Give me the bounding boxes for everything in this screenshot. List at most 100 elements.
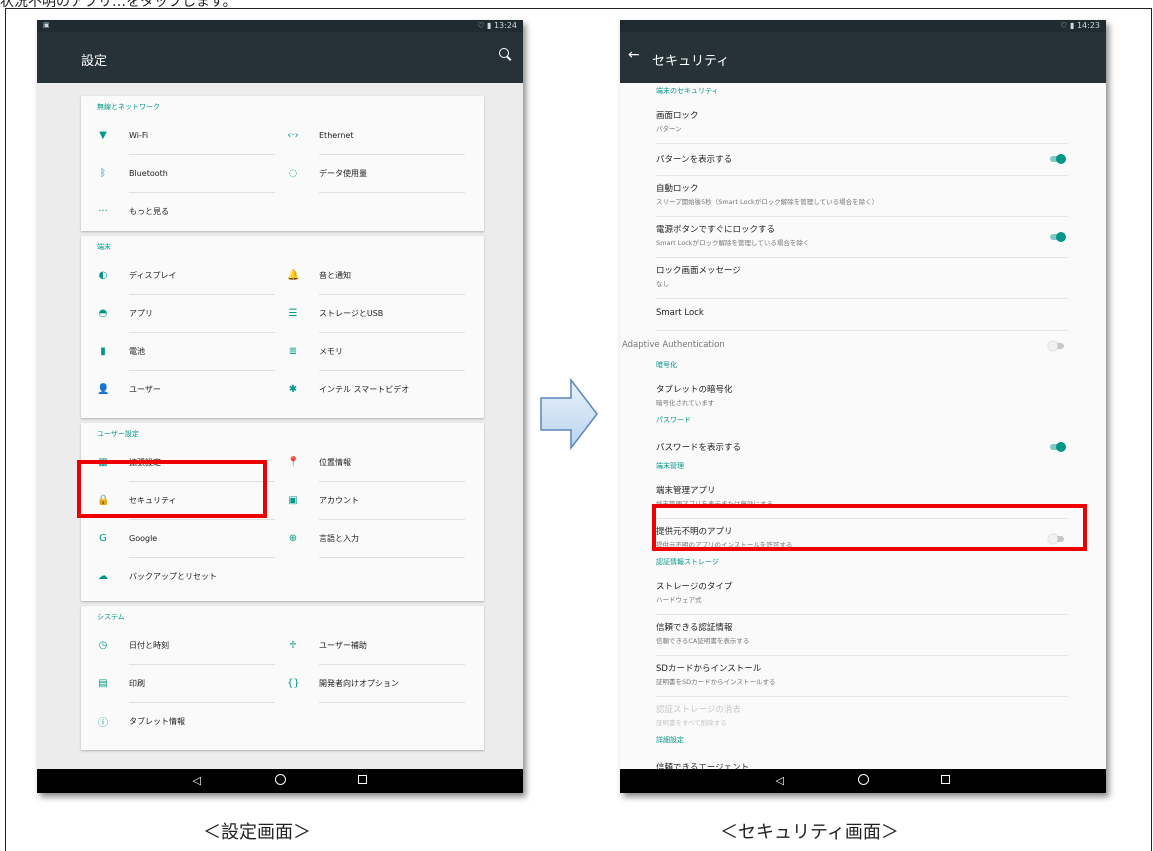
back-arrow-icon[interactable]: ← (628, 47, 640, 63)
settings-item[interactable]: ☁ バックアップとリセット (97, 557, 277, 595)
security-item[interactable]: 電源ボタンですぐにロックする Smart Lockがロック解除を管理している場合を… (656, 223, 1062, 247)
divider (656, 655, 1068, 656)
cloud-icon: ☁ (98, 570, 108, 582)
bell-icon: 🔔 (287, 269, 300, 281)
settings-item-label: 電池 (129, 346, 145, 356)
info-icon: ⓘ (98, 717, 108, 729)
settings-item[interactable]: ☰ ストレージとUSB (287, 294, 467, 332)
settings-item[interactable]: {} 開発者向けオプション (287, 664, 467, 702)
settings-screen: ▣ ♡ ▮ 13:24 設定 無線とネットワーク ▼ Wi-Fi ‹·› Etherne… (37, 20, 523, 793)
settings-card: 無線とネットワーク ▼ Wi-Fi ‹·› Ethernet ᛒ Bluetooth ◌ データ… (81, 96, 484, 231)
settings-item-label: アプリ (129, 308, 153, 318)
data-usage-icon: ◌ (288, 167, 298, 179)
divider (319, 192, 465, 193)
page-title: 設定 (81, 54, 108, 69)
settings-item[interactable]: ◌ データ使用量 (287, 154, 467, 192)
security-item-title: パターンを表示する (656, 155, 733, 165)
status-bar: ♡ ▮ 14:23 (620, 20, 1106, 32)
settings-item-label: メモリ (319, 346, 343, 356)
security-item-title: パスワードを表示する (656, 443, 742, 453)
status-bar: ▣ ♡ ▮ 13:24 (37, 20, 523, 32)
security-item-subtitle: 暗号化されています (656, 399, 715, 407)
app-bar: ← セキュリティ (620, 32, 1106, 83)
settings-item[interactable]: G Google (97, 519, 277, 557)
settings-item[interactable]: ᛒ Bluetooth (97, 154, 277, 192)
security-item-subtitle: パターン (656, 125, 682, 133)
back-nav-icon[interactable]: ◁ (776, 774, 784, 787)
security-item[interactable]: SDカードからインストール 証明書をSDカードからインストールする (656, 662, 1062, 686)
security-item-title: SDカードからインストール (656, 664, 762, 674)
back-nav-icon[interactable]: ◁ (193, 774, 201, 787)
divider (656, 696, 1068, 697)
toggle-switch[interactable] (1050, 154, 1066, 164)
security-item[interactable]: タブレットの暗号化 暗号化されています (656, 383, 1062, 407)
security-item[interactable]: パスワードを表示する (656, 441, 1062, 453)
settings-item[interactable]: 📍 位置情報 (287, 443, 467, 481)
security-item-title: 自動ロック (656, 184, 699, 194)
settings-item[interactable]: ♱ ユーザー補助 (287, 626, 467, 664)
wifi-icon: ▼ (99, 129, 107, 141)
memory-icon: ≣ (288, 345, 298, 357)
battery-icon: ▮ (100, 345, 106, 357)
navigation-bar: ◁ (620, 769, 1106, 793)
settings-item[interactable]: ✱ インテル スマートビデオ (287, 370, 467, 408)
security-item-subtitle: ハードウェア式 (656, 596, 702, 604)
settings-item[interactable]: ≣ メモリ (287, 332, 467, 370)
section-header: ユーザー設定 (97, 430, 139, 438)
section-header: 端末 (97, 243, 111, 251)
section-header: 端末管理 (656, 462, 684, 470)
toggle-switch[interactable] (1050, 442, 1066, 452)
notification-icon: ▣ (43, 21, 50, 29)
toggle-switch[interactable] (1050, 231, 1066, 242)
security-item-subtitle: Smart Lockがロック解除を管理している場合を除く (656, 239, 810, 247)
clock-icon: ◷ (98, 639, 108, 651)
security-item[interactable]: 自動ロックスリープ開始後5秒（Smart Lockがロック解除を管理している場合… (656, 182, 1062, 206)
settings-item[interactable]: ▮ 電池 (97, 332, 277, 370)
security-item[interactable]: 画面ロック パターン (656, 109, 1062, 133)
home-nav-icon[interactable] (858, 774, 870, 788)
home-nav-icon[interactable] (275, 774, 287, 788)
toggle-switch[interactable] (1048, 341, 1064, 351)
settings-item[interactable]: ⊕ 言語と入力 (287, 519, 467, 557)
settings-item[interactable]: ◐ ディスプレイ (97, 256, 277, 294)
account-icon: ▣ (288, 494, 298, 506)
settings-item[interactable]: ▣ アカウント (287, 481, 467, 519)
divider (656, 216, 1068, 217)
security-item-title: 端末管理アプリ (656, 486, 716, 496)
accessibility-icon: ♱ (289, 639, 297, 651)
security-item-title: 電源ボタンですぐにロックする (656, 225, 776, 235)
print-icon: ▤ (98, 677, 108, 689)
settings-item-label: ストレージとUSB (319, 308, 384, 318)
display-icon: ◐ (98, 269, 108, 281)
security-item-subtitle: 信頼できるCA証明書を表示する (656, 637, 750, 645)
settings-item[interactable]: ◓ アプリ (97, 294, 277, 332)
security-item[interactable]: パターンを表示する (656, 153, 1062, 165)
security-item[interactable]: Smart Lock (656, 308, 1062, 318)
settings-item-label: もっと見る (129, 206, 169, 216)
settings-item-label: 日付と時刻 (129, 640, 169, 650)
settings-item[interactable]: ◷ 日付と時刻 (97, 626, 277, 664)
settings-item[interactable]: ▼ Wi-Fi (97, 116, 277, 154)
search-icon[interactable] (499, 48, 509, 58)
settings-item[interactable]: 👤 ユーザー (97, 370, 277, 408)
settings-item-label: Bluetooth (129, 168, 168, 178)
security-item: 認証ストレージの消去 証明書をすべて削除する (656, 703, 1062, 727)
storage-icon: ☰ (288, 307, 298, 319)
security-item-subtitle: スリープ開始後5秒（Smart Lockがロック解除を管理している場合を除く） (656, 198, 879, 206)
code-icon: {} (287, 677, 300, 689)
settings-item[interactable]: 🔔 音と通知 (287, 256, 467, 294)
security-item[interactable]: Adaptive Authentication (622, 340, 1068, 350)
settings-item-label: 開発者向けオプション (319, 678, 399, 688)
settings-item[interactable]: ‹·› Ethernet (287, 116, 467, 154)
gear-icon: ✱ (288, 383, 298, 395)
recent-apps-icon[interactable] (940, 774, 950, 787)
security-item[interactable]: 信頼できる認証情報 信頼できるCA証明書を表示する (656, 621, 1062, 645)
settings-item[interactable]: ▤ 印刷 (97, 664, 277, 702)
security-item[interactable]: ロック画面メッセージ なし (656, 264, 1062, 288)
recent-apps-icon[interactable] (357, 774, 367, 787)
settings-item[interactable]: ··· もっと見る (97, 192, 277, 230)
settings-item[interactable]: ⓘ タブレット情報 (97, 702, 277, 740)
security-item[interactable]: ストレージのタイプ ハードウェア式 (656, 580, 1062, 604)
settings-item-label: 印刷 (129, 678, 145, 688)
divider (656, 614, 1068, 615)
